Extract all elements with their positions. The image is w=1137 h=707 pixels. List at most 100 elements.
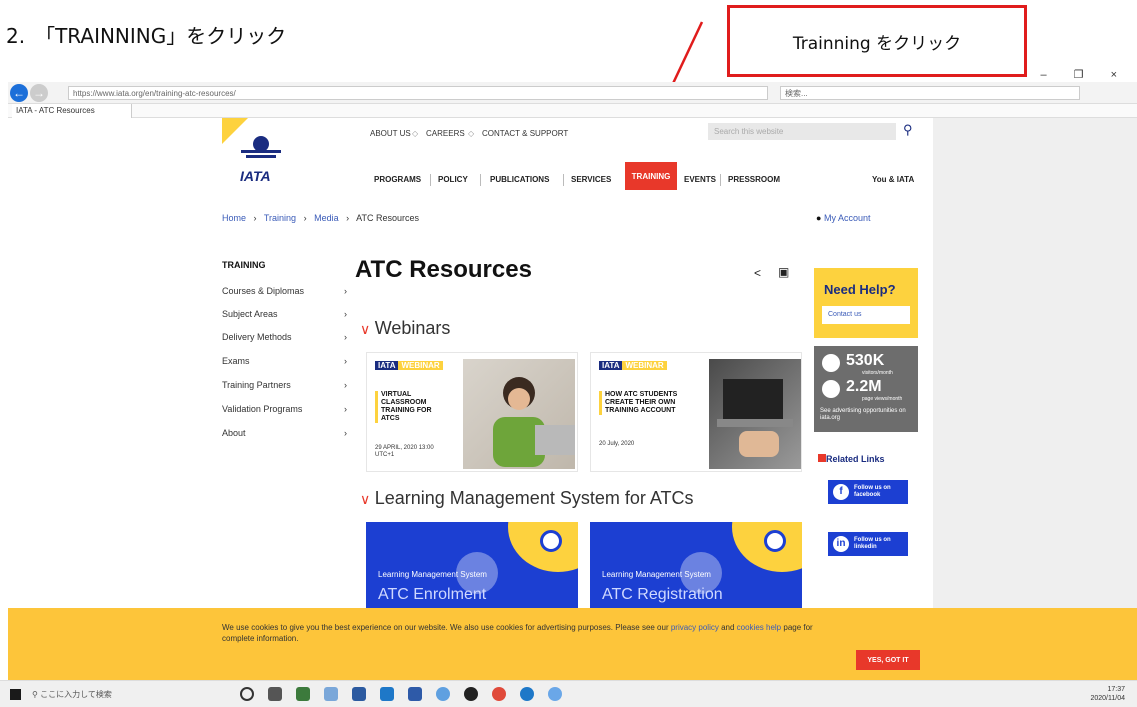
sidebar-item-label: Courses & Diplomas (222, 286, 305, 296)
menu-divider (430, 174, 431, 186)
menu-services[interactable]: SERVICES (571, 175, 611, 184)
print-icon[interactable]: ▣ (778, 265, 789, 279)
cookie-text: We use cookies to give you the best expe… (222, 622, 822, 644)
webinar-date: 29 APRIL, 2020 13:00 UTC+1 (375, 445, 434, 458)
related-links-icon (818, 454, 826, 462)
app-icon[interactable] (352, 687, 366, 701)
section-webinars: ∨ Webinars (360, 318, 450, 339)
badge-webinar: WEBINAR (622, 361, 667, 370)
cookie-banner: We use cookies to give you the best expe… (8, 608, 1137, 680)
menu-programs[interactable]: PROGRAMS (374, 175, 421, 184)
menu-divider (480, 174, 481, 186)
badge-iata: IATA (599, 361, 623, 370)
menu-events[interactable]: EVENTS (684, 175, 716, 184)
sidebar-item-label: Exams (222, 356, 250, 366)
my-account-label: My Account (823, 213, 871, 223)
search-icon: ⚲ (32, 690, 41, 699)
browser-tab[interactable]: IATA - ATC Resources (12, 104, 132, 118)
menu-policy[interactable]: POLICY (438, 175, 468, 184)
linkedin-icon: in (833, 536, 849, 552)
sidebar-heading: TRAINING (222, 260, 266, 270)
top-link-careers[interactable]: CAREERS (426, 129, 465, 138)
taskbar-search-label: ここに入力して検索 (40, 690, 112, 699)
app-icon[interactable] (464, 687, 478, 701)
window-controls[interactable]: – ❐ × (1040, 68, 1129, 81)
facebook-link[interactable]: f Follow us on facebook (828, 480, 908, 504)
webinar-badge: IATA WEBINAR (599, 361, 667, 373)
section-lms: ∨ Learning Management System for ATCs (360, 488, 694, 509)
app-icon[interactable] (324, 687, 338, 701)
website: IATA ABOUT US ◇ CAREERS ◇ CONTACT & SUPP… (8, 118, 1137, 608)
chrome-icon[interactable] (492, 687, 506, 701)
visitors-icon (822, 354, 840, 372)
app-icon[interactable] (436, 687, 450, 701)
breadcrumb-home[interactable]: Home (222, 213, 246, 223)
views-label: page views/month (862, 396, 903, 402)
sidebar-item-partners[interactable]: Training Partners › (222, 380, 347, 390)
webinar-card[interactable]: IATA WEBINAR VIRTUAL CLASSROOM TRAINING F… (366, 352, 578, 472)
menu-pressroom[interactable]: PRESSROOM (728, 175, 780, 184)
instruction-text: 2. 「TRAINNING」をクリック (6, 24, 287, 48)
menu-publications[interactable]: PUBLICATIONS (490, 175, 549, 184)
sidebar-item-validation[interactable]: Validation Programs › (222, 404, 347, 414)
breadcrumb-media[interactable]: Media (314, 213, 339, 223)
taskbar-clock[interactable]: 17:37 2020/11/04 (1090, 685, 1125, 703)
sidebar-item-about[interactable]: About › (222, 428, 347, 438)
chevron-right-icon: › (344, 356, 347, 366)
menu-training[interactable]: TRAINING (625, 162, 677, 190)
taskbar-search[interactable]: ⚲ ここに入力して検索 (32, 686, 222, 704)
chevron-right-icon: › (344, 286, 347, 296)
sidebar-item-courses[interactable]: Courses & Diplomas › (222, 286, 347, 296)
chevron-right-icon: › (344, 309, 347, 319)
app-icon[interactable] (380, 687, 394, 701)
menu-you-and-iata[interactable]: You & IATA (872, 175, 914, 184)
chevron-right-icon: › (344, 332, 347, 342)
social-line: facebook (854, 492, 881, 498)
chevron-right-icon: › (344, 380, 347, 390)
search-icon[interactable]: ⚲ (903, 122, 913, 138)
ie-icon[interactable] (548, 687, 562, 701)
browser-search-field[interactable]: 検索... (780, 86, 1080, 100)
task-view-icon[interactable] (268, 687, 282, 701)
chevron-right-icon: › (341, 213, 355, 223)
lms-card[interactable]: Learning Management System ATC Enrolment (366, 522, 578, 608)
edge-icon[interactable] (520, 687, 534, 701)
clock-time: 17:37 (1107, 686, 1125, 693)
lms-card[interactable]: Learning Management System ATC Registrat… (590, 522, 802, 608)
social-label: Follow us on facebook (854, 485, 891, 499)
forward-icon[interactable]: → (30, 84, 48, 102)
chevron-right-icon: › (344, 428, 347, 438)
lms-title: ATC Enrolment (378, 586, 487, 603)
privacy-policy-link[interactable]: privacy policy (671, 623, 719, 632)
lms-subtitle: Learning Management System (378, 570, 487, 579)
webinar-card[interactable]: IATA WEBINAR HOW ATC STUDENTS CREATE THEI… (590, 352, 802, 472)
share-icon[interactable]: < (754, 266, 761, 280)
sidebar-item-label: Subject Areas (222, 309, 278, 319)
iata-badge-icon (764, 530, 786, 552)
linkedin-link[interactable]: in Follow us on linkedin (828, 532, 908, 556)
my-account-link[interactable]: ● My Account (816, 213, 870, 223)
sidebar-item-subject-areas[interactable]: Subject Areas › (222, 309, 347, 319)
top-link-contact[interactable]: CONTACT & SUPPORT (482, 129, 568, 138)
app-icon[interactable] (296, 687, 310, 701)
app-icon[interactable] (408, 687, 422, 701)
webinar-title: HOW ATC STUDENTS CREATE THEIR OWN TRAINI… (599, 391, 699, 415)
url-field[interactable]: https://www.iata.org/en/training-atc-res… (68, 86, 768, 100)
cortana-icon[interactable] (240, 687, 254, 701)
back-icon[interactable]: ← (10, 84, 28, 102)
top-link-about[interactable]: ABOUT US (370, 129, 411, 138)
page-title: ATC Resources (355, 256, 532, 283)
sidebar-item-delivery[interactable]: Delivery Methods › (222, 332, 347, 342)
advertising-box[interactable]: 530K visitors/month 2.2M page views/mont… (814, 346, 918, 432)
sidebar-item-exams[interactable]: Exams › (222, 356, 347, 366)
chevron-down-icon: ∨ (360, 491, 371, 507)
windows-start-icon[interactable] (10, 689, 21, 700)
cookies-help-link[interactable]: cookies help (737, 623, 781, 632)
breadcrumb-training[interactable]: Training (264, 213, 296, 223)
site-search-input[interactable]: Search this website (708, 123, 896, 140)
menu-divider (720, 174, 721, 186)
contact-us-link[interactable]: Contact us (822, 306, 910, 324)
webinar-badge: IATA WEBINAR (375, 361, 443, 373)
logo-text: IATA (240, 168, 271, 184)
accept-cookies-button[interactable]: YES, GOT IT (856, 650, 920, 670)
